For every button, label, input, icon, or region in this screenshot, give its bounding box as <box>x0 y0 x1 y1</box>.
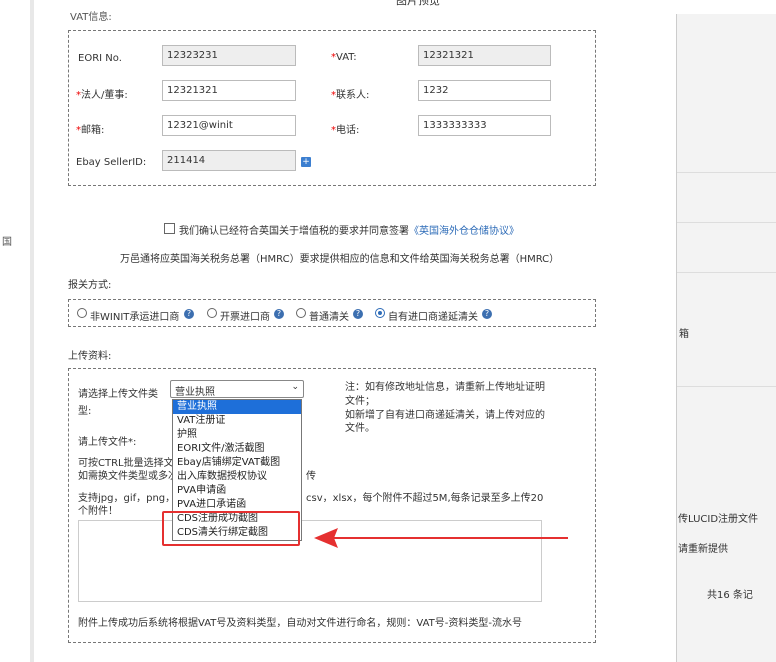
background-right-text: 请重新提供 <box>678 544 728 555</box>
vat-info-legend: VAT信息: <box>70 12 112 23</box>
email-label: *邮箱: <box>76 125 105 136</box>
customs-option-radio[interactable] <box>207 308 217 318</box>
customs-method-label: 报关方式: <box>68 280 112 291</box>
dropdown-option[interactable]: Ebay店铺绑定VAT截图 <box>173 456 301 470</box>
batch-select-hint: 如需换文件类型或多次 <box>78 471 178 482</box>
dropdown-option[interactable]: 营业执照 <box>173 400 301 414</box>
legal-rep-input[interactable] <box>162 80 296 101</box>
eori-input[interactable] <box>162 45 296 66</box>
help-icon[interactable]: ? <box>274 309 284 319</box>
phone-input[interactable] <box>418 115 551 136</box>
upload-footer-note: 附件上传成功后系统将根据VAT号及资料类型，自动对文件进行命名，规则：VAT号-… <box>78 618 522 629</box>
upload-note: 文件。 <box>345 423 375 434</box>
eori-label: EORI No. <box>78 53 122 64</box>
dialog-title: 图片预览 <box>396 0 440 7</box>
agreement-checkbox[interactable] <box>164 223 175 234</box>
dropdown-option[interactable]: PVA进口承诺函 <box>173 498 301 512</box>
vat-input[interactable] <box>418 45 551 66</box>
highlight-box <box>162 511 300 546</box>
vat-label: *VAT: <box>331 52 357 63</box>
background-row <box>677 386 776 387</box>
customs-option-label: 普通清关 <box>309 312 349 323</box>
background-right-text: 传LUCID注册文件 <box>678 514 759 525</box>
batch-select-hint-tail: 传 <box>306 471 316 482</box>
chevron-down-icon: ⌄ <box>291 382 299 392</box>
contact-label-text: 联系人: <box>336 90 370 101</box>
help-icon[interactable]: ? <box>482 309 492 319</box>
file-type-selected-value: 营业执照 <box>175 387 215 398</box>
preview-dialog: 图片预览 VAT信息: EORI No. *VAT: *法人/董事: *联系人:… <box>34 0 676 662</box>
customs-option-radio[interactable] <box>296 308 306 318</box>
legal-rep-label-text: 法人/董事: <box>81 90 128 101</box>
agreement-text: 我们确认已经符合英国关于增值税的要求并同意签署《英国海外仓仓储协议》 <box>179 222 519 237</box>
dropdown-option[interactable]: VAT注册证 <box>173 414 301 428</box>
background-row <box>677 172 776 173</box>
phone-label-text: 电话: <box>336 125 360 136</box>
background-right-text: 箱 <box>679 329 689 340</box>
file-type-label: 请选择上传文件类 <box>78 389 158 400</box>
upload-label: 上传资料: <box>68 351 112 362</box>
background-row <box>677 272 776 273</box>
dropdown-option[interactable]: EORI文件/激活截图 <box>173 442 301 456</box>
agreement-text-body: 我们确认已经符合英国关于增值税的要求并同意签署 <box>179 226 409 237</box>
agreement-link[interactable]: 《英国海外仓仓储协议》 <box>409 226 519 237</box>
ebay-seller-input[interactable] <box>162 150 296 171</box>
customs-option-radio-selected[interactable] <box>375 308 385 318</box>
dropdown-option[interactable]: 出入库数据授权协议 <box>173 470 301 484</box>
dropdown-option[interactable]: 护照 <box>173 428 301 442</box>
legal-rep-label: *法人/董事: <box>76 90 128 101</box>
upload-file-label: 请上传文件*: <box>78 437 137 448</box>
help-icon[interactable]: ? <box>184 309 194 319</box>
help-icon[interactable]: ? <box>353 309 363 319</box>
background-row <box>677 222 776 223</box>
dropdown-option[interactable]: PVA申请函 <box>173 484 301 498</box>
support-format-hint: 个附件！ <box>78 506 118 517</box>
phone-label: *电话: <box>331 125 360 136</box>
customs-option-label: 开票进口商 <box>220 312 270 323</box>
customs-option-label: 自有进口商递延清关 <box>388 312 478 323</box>
ebay-seller-label: Ebay SellerID: <box>76 157 147 168</box>
file-type-label-line2: 型: <box>78 406 92 417</box>
contact-input[interactable] <box>418 80 551 101</box>
email-label-text: 邮箱: <box>81 125 105 136</box>
upload-note: 如新增了自有进口商递延清关，请上传对应的 <box>345 410 545 421</box>
support-format-hint: csv，xlsx，每个附件不超过5M,每条记录至多上传20 <box>306 493 544 504</box>
vat-label-text: VAT: <box>336 52 357 63</box>
file-type-select[interactable]: 营业执照 ⌄ <box>170 380 304 398</box>
upload-note: 注：如有修改地址信息，请重新上传地址证明 <box>345 382 545 393</box>
customs-option-radio[interactable] <box>77 308 87 318</box>
email-input[interactable] <box>162 115 296 136</box>
upload-note: 文件； <box>345 396 375 407</box>
red-arrow-annotation <box>314 528 568 548</box>
hmrc-notice: 万邑通将应英国海关税务总署（HMRC）要求提供相应的信息和文件给英国海关税务总署… <box>120 254 560 265</box>
contact-label: *联系人: <box>331 90 370 101</box>
customs-option-label: 非WINIT承运进口商 <box>90 312 180 323</box>
background-left-text: 国 <box>2 237 12 248</box>
background-left-panel: 国 <box>0 0 34 662</box>
background-pagination-text: 共16 条记 <box>707 590 753 601</box>
add-seller-plus-icon[interactable]: + <box>301 157 311 167</box>
background-right-panel: 箱 传LUCID注册文件 请重新提供 共16 条记 <box>676 14 776 662</box>
